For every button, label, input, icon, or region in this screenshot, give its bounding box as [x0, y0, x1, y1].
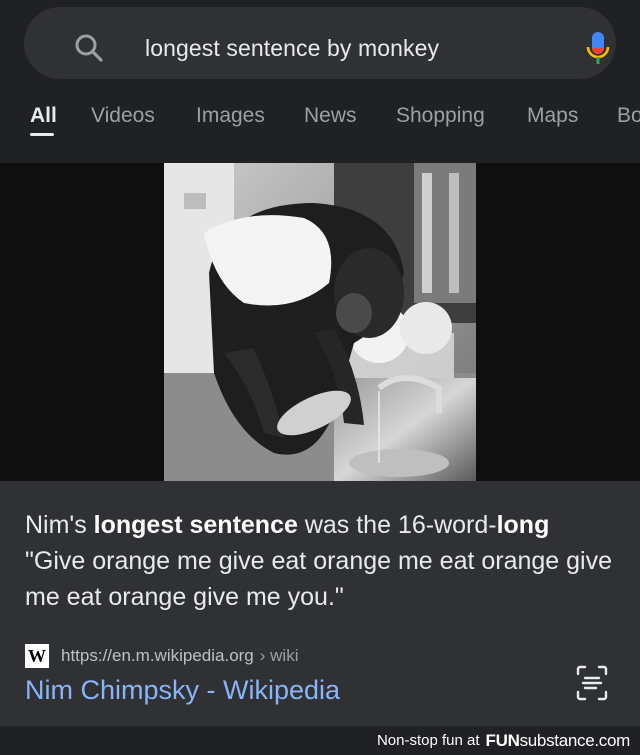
search-icon[interactable]	[74, 33, 104, 63]
watermark-tagline: Non-stop fun at	[376, 732, 480, 749]
snippet-highlight-1: longest sentence	[93, 511, 298, 539]
featured-snippet-card: Nim's longest sentence was the 16-word-l…	[0, 481, 640, 726]
search-input[interactable]: longest sentence by monkey	[145, 35, 439, 62]
photo-illustration	[164, 163, 476, 481]
search-tabs: All Videos Images News Shopping Maps Bo	[0, 96, 640, 142]
tab-shopping[interactable]: Shopping	[396, 104, 485, 128]
watermark-brand-bold: FUN	[485, 730, 520, 750]
tab-images[interactable]: Images	[196, 104, 265, 128]
wikipedia-icon: W	[25, 644, 49, 668]
result-source[interactable]: W https://en.m.wikipedia.org › wiki	[25, 644, 298, 668]
tab-maps[interactable]: Maps	[527, 104, 578, 128]
active-tab-indicator	[30, 133, 54, 136]
chimpanzee-washing-dishes-photo[interactable]	[164, 163, 476, 481]
tab-news[interactable]: News	[304, 104, 357, 128]
watermark-brand-rest: substance.com	[519, 730, 631, 750]
tab-books[interactable]: Bo	[617, 104, 640, 128]
watermark-brand: FUNsubstance.com	[485, 730, 631, 751]
result-title-link[interactable]: Nim Chimpsky - Wikipedia	[25, 675, 340, 706]
snippet-highlight-2: long	[496, 511, 550, 539]
search-bar[interactable]: longest sentence by monkey	[24, 7, 616, 79]
featured-image-band	[0, 163, 640, 481]
search-results-page: longest sentence by monkey All Videos Im…	[0, 0, 640, 755]
result-url[interactable]: https://en.m.wikipedia.org	[61, 646, 254, 666]
snippet-text-1: Nim's	[25, 511, 94, 539]
microphone-icon[interactable]	[586, 31, 610, 67]
featured-snippet-text: Nim's longest sentence was the 16-word-l…	[25, 507, 615, 615]
result-path: › wiki	[259, 646, 299, 665]
snippet-text-3: "Give orange me give eat orange me eat o…	[25, 547, 613, 611]
google-lens-icon[interactable]	[576, 665, 608, 701]
watermark-footer: Non-stop fun at FUNsubstance.com	[0, 726, 640, 755]
snippet-text-2: was the 16-word-	[297, 511, 497, 539]
tab-all[interactable]: All	[30, 104, 57, 128]
tab-videos[interactable]: Videos	[91, 104, 155, 128]
